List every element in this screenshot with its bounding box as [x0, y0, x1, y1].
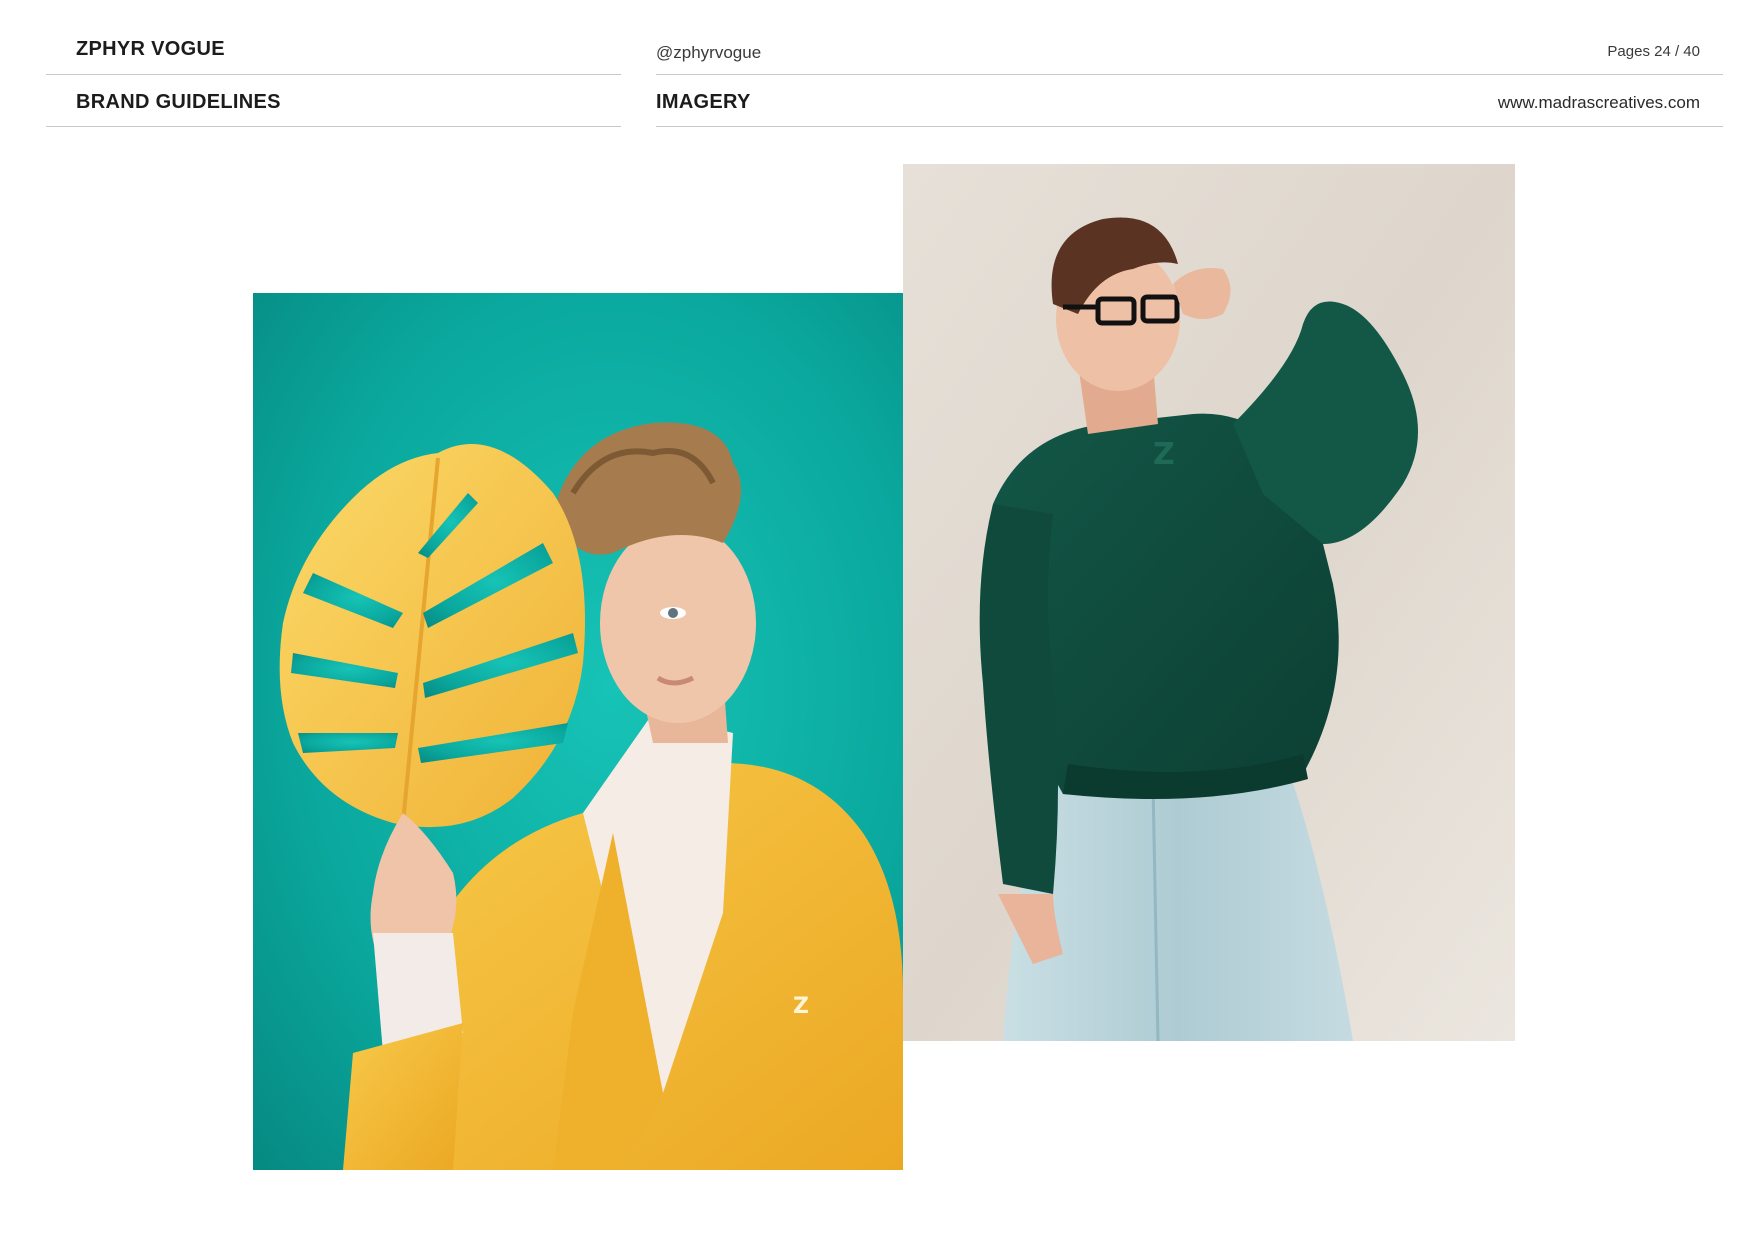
header-divider-left-bottom — [46, 126, 621, 127]
photo-green-sweatshirt-model: Z — [903, 164, 1515, 1041]
social-handle: @zphyrvogue — [656, 43, 762, 62]
header-divider-left-top — [46, 74, 621, 75]
photo-yellow-suit-model: Z — [253, 293, 903, 1170]
green-sweatshirt-illustration: Z — [903, 164, 1515, 1041]
page-indicator: Pages 24 / 40 — [1607, 43, 1700, 60]
yellow-suit-illustration: Z — [253, 293, 903, 1170]
header-divider-right-bottom — [656, 126, 1723, 127]
brand-name: ZPHYR VOGUE — [76, 38, 225, 60]
header-divider-right-top — [656, 74, 1723, 75]
sweatshirt-logo-mark: Z — [1153, 437, 1175, 472]
jacket-logo-mark: Z — [793, 994, 809, 1019]
document-title: BRAND GUIDELINES — [76, 91, 281, 113]
website-url: www.madrascreatives.com — [1497, 93, 1700, 112]
section-title: IMAGERY — [656, 91, 751, 113]
